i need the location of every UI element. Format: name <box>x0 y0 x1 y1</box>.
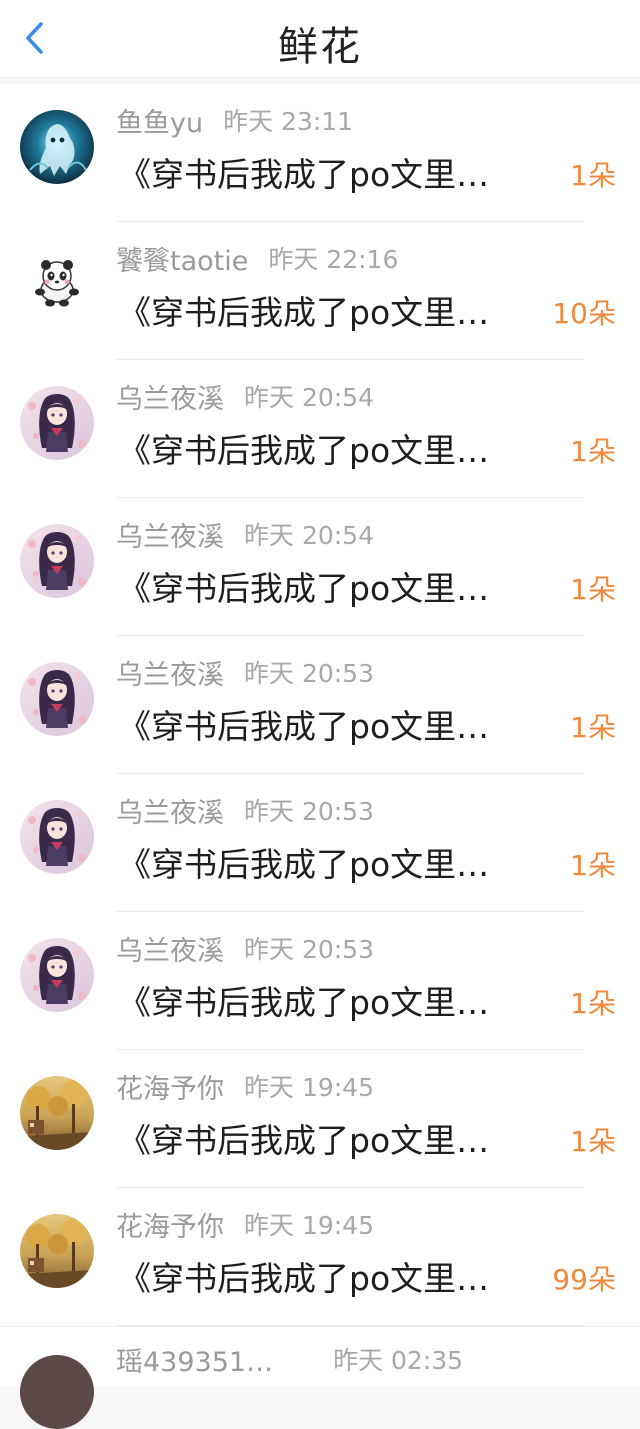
avatar[interactable] <box>20 800 94 874</box>
flower-count: 1朵 <box>570 849 616 882</box>
gift-time: 昨天 23:11 <box>223 107 354 136</box>
book-title-link[interactable]: 《穿书后我成了po文里… <box>118 1114 538 1162</box>
gift-list-item[interactable]: 乌兰夜溪 昨天 20:53 《穿书后我成了po文里… 1朵 <box>0 912 640 1050</box>
sender-name[interactable]: 鱼鱼yu <box>116 101 203 140</box>
gift-list-item-partial[interactable]: 瑶439351… 昨天 02:35 <box>0 1326 640 1429</box>
gift-meta: 花海予你 昨天 19:45 <box>116 1205 374 1244</box>
book-title-link[interactable]: 《穿书后我成了po文里… <box>118 976 538 1024</box>
gift-meta: 乌兰夜溪 昨天 20:53 <box>116 929 374 968</box>
book-title-link[interactable]: 《穿书后我成了po文里… <box>118 148 538 196</box>
sender-name[interactable]: 饕餮taotie <box>116 239 248 278</box>
gift-meta: 饕餮taotie 昨天 22:16 <box>116 239 399 278</box>
sender-name[interactable]: 乌兰夜溪 <box>116 791 224 830</box>
book-title-link[interactable]: 《穿书后我成了po文里… <box>118 700 538 748</box>
gift-time: 昨天 22:16 <box>268 245 399 274</box>
flower-count: 1朵 <box>570 711 616 744</box>
gift-list-item[interactable]: 鱼鱼yu 昨天 23:11 《穿书后我成了po文里… 1朵 <box>0 84 640 222</box>
avatar[interactable] <box>20 110 94 184</box>
gift-time: 昨天 19:45 <box>244 1073 374 1102</box>
gift-list-item[interactable]: 花海予你 昨天 19:45 《穿书后我成了po文里… 1朵 <box>0 1050 640 1188</box>
gift-list-item[interactable]: 乌兰夜溪 昨天 20:54 《穿书后我成了po文里… 1朵 <box>0 360 640 498</box>
gift-meta: 乌兰夜溪 昨天 20:53 <box>116 653 374 692</box>
flower-count: 1朵 <box>570 573 616 606</box>
sender-name[interactable]: 花海予你 <box>116 1205 224 1244</box>
book-title-link[interactable]: 《穿书后我成了po文里… <box>118 424 538 472</box>
gift-meta: 鱼鱼yu 昨天 23:11 <box>116 101 354 140</box>
page-title: 鲜花 <box>278 24 362 70</box>
gift-list-item[interactable]: 饕餮taotie 昨天 22:16 《穿书后我成了po文里… 10朵 <box>0 222 640 360</box>
gift-list-item[interactable]: 乌兰夜溪 昨天 20:53 《穿书后我成了po文里… 1朵 <box>0 636 640 774</box>
avatar[interactable] <box>20 1076 94 1150</box>
gift-time: 昨天 20:53 <box>244 797 374 826</box>
gift-time: 昨天 20:54 <box>244 521 374 550</box>
sender-name[interactable]: 乌兰夜溪 <box>116 377 224 416</box>
gift-meta: 乌兰夜溪 昨天 20:54 <box>116 515 374 554</box>
gift-meta: 乌兰夜溪 昨天 20:54 <box>116 377 374 416</box>
gift-time: 昨天 19:45 <box>244 1211 374 1240</box>
avatar[interactable] <box>20 386 94 460</box>
sender-name[interactable]: 乌兰夜溪 <box>116 929 224 968</box>
book-title-link[interactable]: 《穿书后我成了po文里… <box>118 286 538 334</box>
gift-list-item[interactable]: 乌兰夜溪 昨天 20:54 《穿书后我成了po文里… 1朵 <box>0 498 640 636</box>
flower-count: 99朵 <box>552 1263 616 1296</box>
top-navigation-bar: 鲜花 <box>0 0 640 78</box>
gift-time: 昨天 20:53 <box>244 935 374 964</box>
gift-list-item[interactable]: 花海予你 昨天 19:45 《穿书后我成了po文里… 99朵 <box>0 1188 640 1326</box>
book-title-link[interactable]: 《穿书后我成了po文里… <box>118 562 538 610</box>
avatar[interactable] <box>20 662 94 736</box>
flower-gift-list: 鱼鱼yu 昨天 23:11 《穿书后我成了po文里… 1朵 饕餮taotie 昨… <box>0 84 640 1429</box>
flower-count: 10朵 <box>552 297 616 330</box>
book-title-link[interactable]: 《穿书后我成了po文里… <box>118 1252 538 1300</box>
flower-count: 1朵 <box>570 435 616 468</box>
gift-time: 昨天 20:54 <box>244 383 374 412</box>
avatar[interactable] <box>20 1214 94 1288</box>
sender-name[interactable]: 乌兰夜溪 <box>116 515 224 554</box>
sender-name[interactable]: 瑶439351… <box>116 1340 273 1379</box>
gift-meta: 乌兰夜溪 昨天 20:53 <box>116 791 374 830</box>
gift-meta: 瑶439351… 昨天 02:35 <box>116 1340 464 1379</box>
flower-count: 1朵 <box>570 1125 616 1158</box>
gift-list-item[interactable]: 乌兰夜溪 昨天 20:53 《穿书后我成了po文里… 1朵 <box>0 774 640 912</box>
sender-name[interactable]: 乌兰夜溪 <box>116 653 224 692</box>
gift-time: 昨天 02:35 <box>333 1346 464 1375</box>
gift-time: 昨天 20:53 <box>244 659 374 688</box>
sender-name[interactable]: 花海予你 <box>116 1067 224 1106</box>
avatar[interactable] <box>20 248 94 322</box>
avatar[interactable] <box>20 524 94 598</box>
avatar[interactable] <box>20 938 94 1012</box>
flower-count: 1朵 <box>570 987 616 1020</box>
gift-meta: 花海予你 昨天 19:45 <box>116 1067 374 1106</box>
avatar[interactable] <box>20 1355 94 1429</box>
book-title-link[interactable]: 《穿书后我成了po文里… <box>118 838 538 886</box>
flower-count: 1朵 <box>570 159 616 192</box>
